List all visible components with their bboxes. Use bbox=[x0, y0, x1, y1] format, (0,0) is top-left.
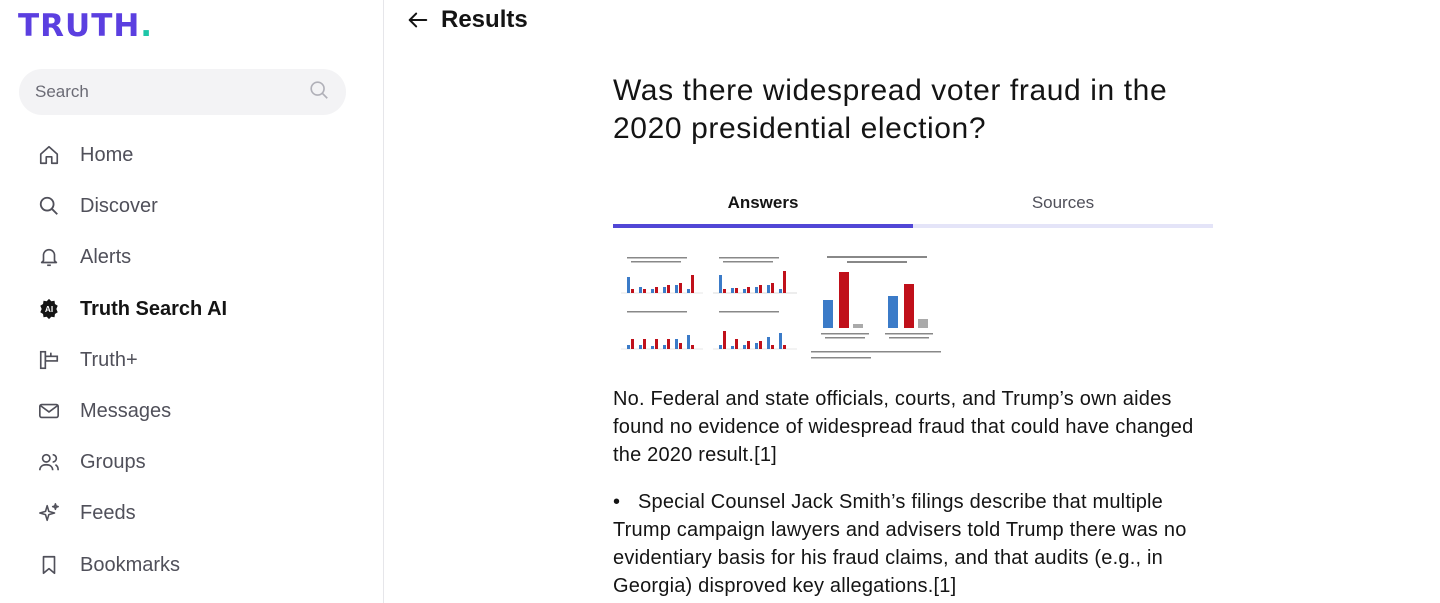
tab-sources[interactable]: Sources bbox=[913, 188, 1213, 228]
results-content: Was there widespread voter fraud in the … bbox=[613, 72, 1213, 597]
nav-label-feeds: Feeds bbox=[80, 501, 136, 524]
page-title: Results bbox=[441, 6, 528, 33]
nav-item-bookmarks[interactable]: Bookmarks bbox=[37, 549, 180, 581]
results-header: Results bbox=[406, 4, 528, 36]
nav-item-alerts[interactable]: Alerts bbox=[37, 241, 131, 273]
mail-icon bbox=[37, 399, 61, 423]
back-arrow-icon[interactable] bbox=[406, 8, 430, 32]
nav-item-feeds[interactable]: Feeds bbox=[37, 497, 136, 529]
nav-label-alerts: Alerts bbox=[80, 245, 132, 268]
poll-chart-thumbnail-2[interactable] bbox=[807, 253, 947, 363]
home-icon bbox=[37, 143, 61, 167]
tab-answers[interactable]: Answers bbox=[613, 188, 913, 228]
nav-label-truth-search-ai: Truth Search AI bbox=[80, 297, 228, 320]
nav-item-home[interactable]: Home bbox=[37, 139, 133, 171]
logo-dot: . bbox=[140, 8, 154, 44]
tabs: Answers Sources bbox=[613, 188, 1213, 228]
nav-label-home: Home bbox=[80, 143, 134, 166]
truth-logo[interactable]: TRUTH. bbox=[18, 8, 153, 44]
sidebar: TRUTH. Search Home Discover Alerts AI Tr… bbox=[0, 0, 384, 603]
bookmark-icon bbox=[37, 553, 61, 577]
nav-item-discover[interactable]: Discover bbox=[37, 190, 158, 222]
bullet-dot: • bbox=[613, 491, 621, 513]
sparkle-icon bbox=[37, 501, 61, 525]
poll-chart-thumbnail-1[interactable] bbox=[613, 253, 801, 363]
search-icon bbox=[37, 194, 61, 218]
nav-item-truth-search-ai[interactable]: AI Truth Search AI bbox=[37, 293, 227, 325]
search-input[interactable]: Search bbox=[19, 69, 346, 115]
image-thumbnails bbox=[613, 253, 947, 363]
logo-text: TRUTH bbox=[18, 8, 141, 44]
bullet-text: Special Counsel Jack Smith’s filings des… bbox=[613, 491, 1187, 597]
list-item: • Special Counsel Jack Smith’s filings de… bbox=[613, 488, 1213, 600]
users-icon bbox=[37, 450, 61, 474]
truth-plus-icon bbox=[37, 348, 61, 372]
nav-label-bookmarks: Bookmarks bbox=[80, 553, 181, 576]
search-placeholder: Search bbox=[35, 82, 89, 101]
question-heading: Was there widespread voter fraud in the … bbox=[613, 74, 1168, 145]
nav-label-messages: Messages bbox=[80, 399, 172, 422]
nav-label-discover: Discover bbox=[80, 194, 158, 217]
svg-text:AI: AI bbox=[45, 305, 53, 314]
bell-icon bbox=[37, 245, 61, 269]
nav-label-truth-plus: Truth+ bbox=[80, 348, 138, 371]
answer-paragraph: No. Federal and state officials, courts,… bbox=[613, 388, 1194, 466]
search-icon[interactable] bbox=[308, 79, 330, 106]
ai-icon: AI bbox=[37, 297, 61, 321]
nav-item-truth-plus[interactable]: Truth+ bbox=[37, 344, 138, 376]
nav-item-messages[interactable]: Messages bbox=[37, 395, 171, 427]
nav-label-groups: Groups bbox=[80, 450, 146, 473]
nav-item-groups[interactable]: Groups bbox=[37, 446, 146, 478]
